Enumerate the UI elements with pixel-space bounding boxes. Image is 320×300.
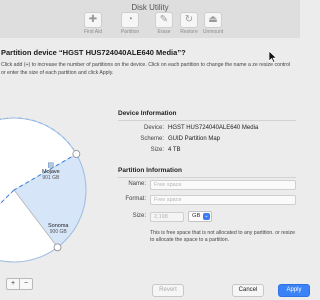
scheme-value: GUID Partition Map (168, 136, 221, 142)
volume-size: 900 GB (49, 229, 67, 235)
first-aid-label: First Aid (83, 29, 103, 35)
restore-icon: ↻ (180, 12, 198, 28)
pie-svg[interactable] (0, 103, 100, 278)
size-unit-select[interactable]: GB ⌄ (188, 211, 212, 222)
file-icon: ▤ (47, 162, 55, 169)
unmount-icon: ⏏ (204, 12, 222, 28)
format-label: Format: (125, 196, 146, 202)
restore-button[interactable]: ↻ Restore (176, 12, 202, 35)
free-space-note: This is free space that is not allocated… (150, 230, 296, 243)
resize-handle[interactable] (53, 243, 62, 252)
volume-label-sonoma: Sonoma 900 GB (48, 223, 69, 235)
stethoscope-icon: ✚ (84, 12, 102, 28)
partition-info-title: Partition Information (118, 167, 182, 174)
revert-button[interactable]: Revert (152, 284, 184, 297)
window-title: Disk Utility (131, 3, 169, 12)
unmount-button[interactable]: ⏏ Unmount (200, 12, 226, 35)
name-label: Name: (128, 181, 146, 187)
erase-icon: ✎ (155, 12, 173, 28)
divider (118, 177, 296, 178)
partition-size-input[interactable]: 2,198 (150, 212, 184, 222)
toolbar: Disk Utility ✚ First Aid ◔ Partition ✎ E… (0, 0, 300, 39)
partition-name-input[interactable] (150, 180, 296, 190)
partition-icon: ◔ (121, 12, 139, 28)
mouse-cursor-icon (269, 51, 277, 63)
device-info-title: Device Information (118, 110, 177, 117)
sheet-instructions: Click add (+) to increase the number of … (1, 62, 291, 76)
partition-sheet: Partition device “HGST HUS724040ALE640 M… (0, 38, 310, 300)
divider (118, 120, 296, 121)
partition-pie[interactable]: ▤ Mojave 901 GB Sonoma 900 GB (0, 103, 100, 278)
unit-value: GB (192, 213, 201, 219)
unmount-label: Unmount (202, 29, 224, 35)
device-value: HGST HUS724040ALE640 Media (168, 125, 259, 131)
add-partition-button[interactable]: + (6, 278, 20, 290)
restore-label: Restore (180, 29, 198, 35)
chevron-down-icon: ⌄ (203, 213, 210, 220)
size-label: Size: (132, 213, 146, 219)
size-key: Size: (150, 147, 164, 153)
cancel-button[interactable]: Cancel (232, 284, 264, 297)
volume-label-mojave: ▤ Mojave 901 GB (42, 161, 60, 181)
partition-label: Partition (120, 29, 140, 35)
sheet-title: Partition device “HGST HUS724040ALE640 M… (1, 48, 186, 57)
remove-partition-button[interactable]: − (19, 278, 33, 290)
resize-handle[interactable] (72, 150, 81, 158)
erase-button[interactable]: ✎ Erase (151, 12, 177, 35)
add-remove-group: + − (6, 278, 33, 290)
apply-button[interactable]: Apply (278, 284, 310, 297)
partition-format-field[interactable] (150, 195, 296, 205)
device-key: Device: (143, 125, 164, 131)
volume-size: 901 GB (42, 175, 60, 181)
size-value: 4 TB (168, 147, 181, 153)
erase-label: Erase (157, 29, 171, 35)
scheme-key: Scheme: (140, 136, 164, 142)
partition-button[interactable]: ◔ Partition (117, 12, 143, 35)
first-aid-button[interactable]: ✚ First Aid (80, 12, 106, 35)
